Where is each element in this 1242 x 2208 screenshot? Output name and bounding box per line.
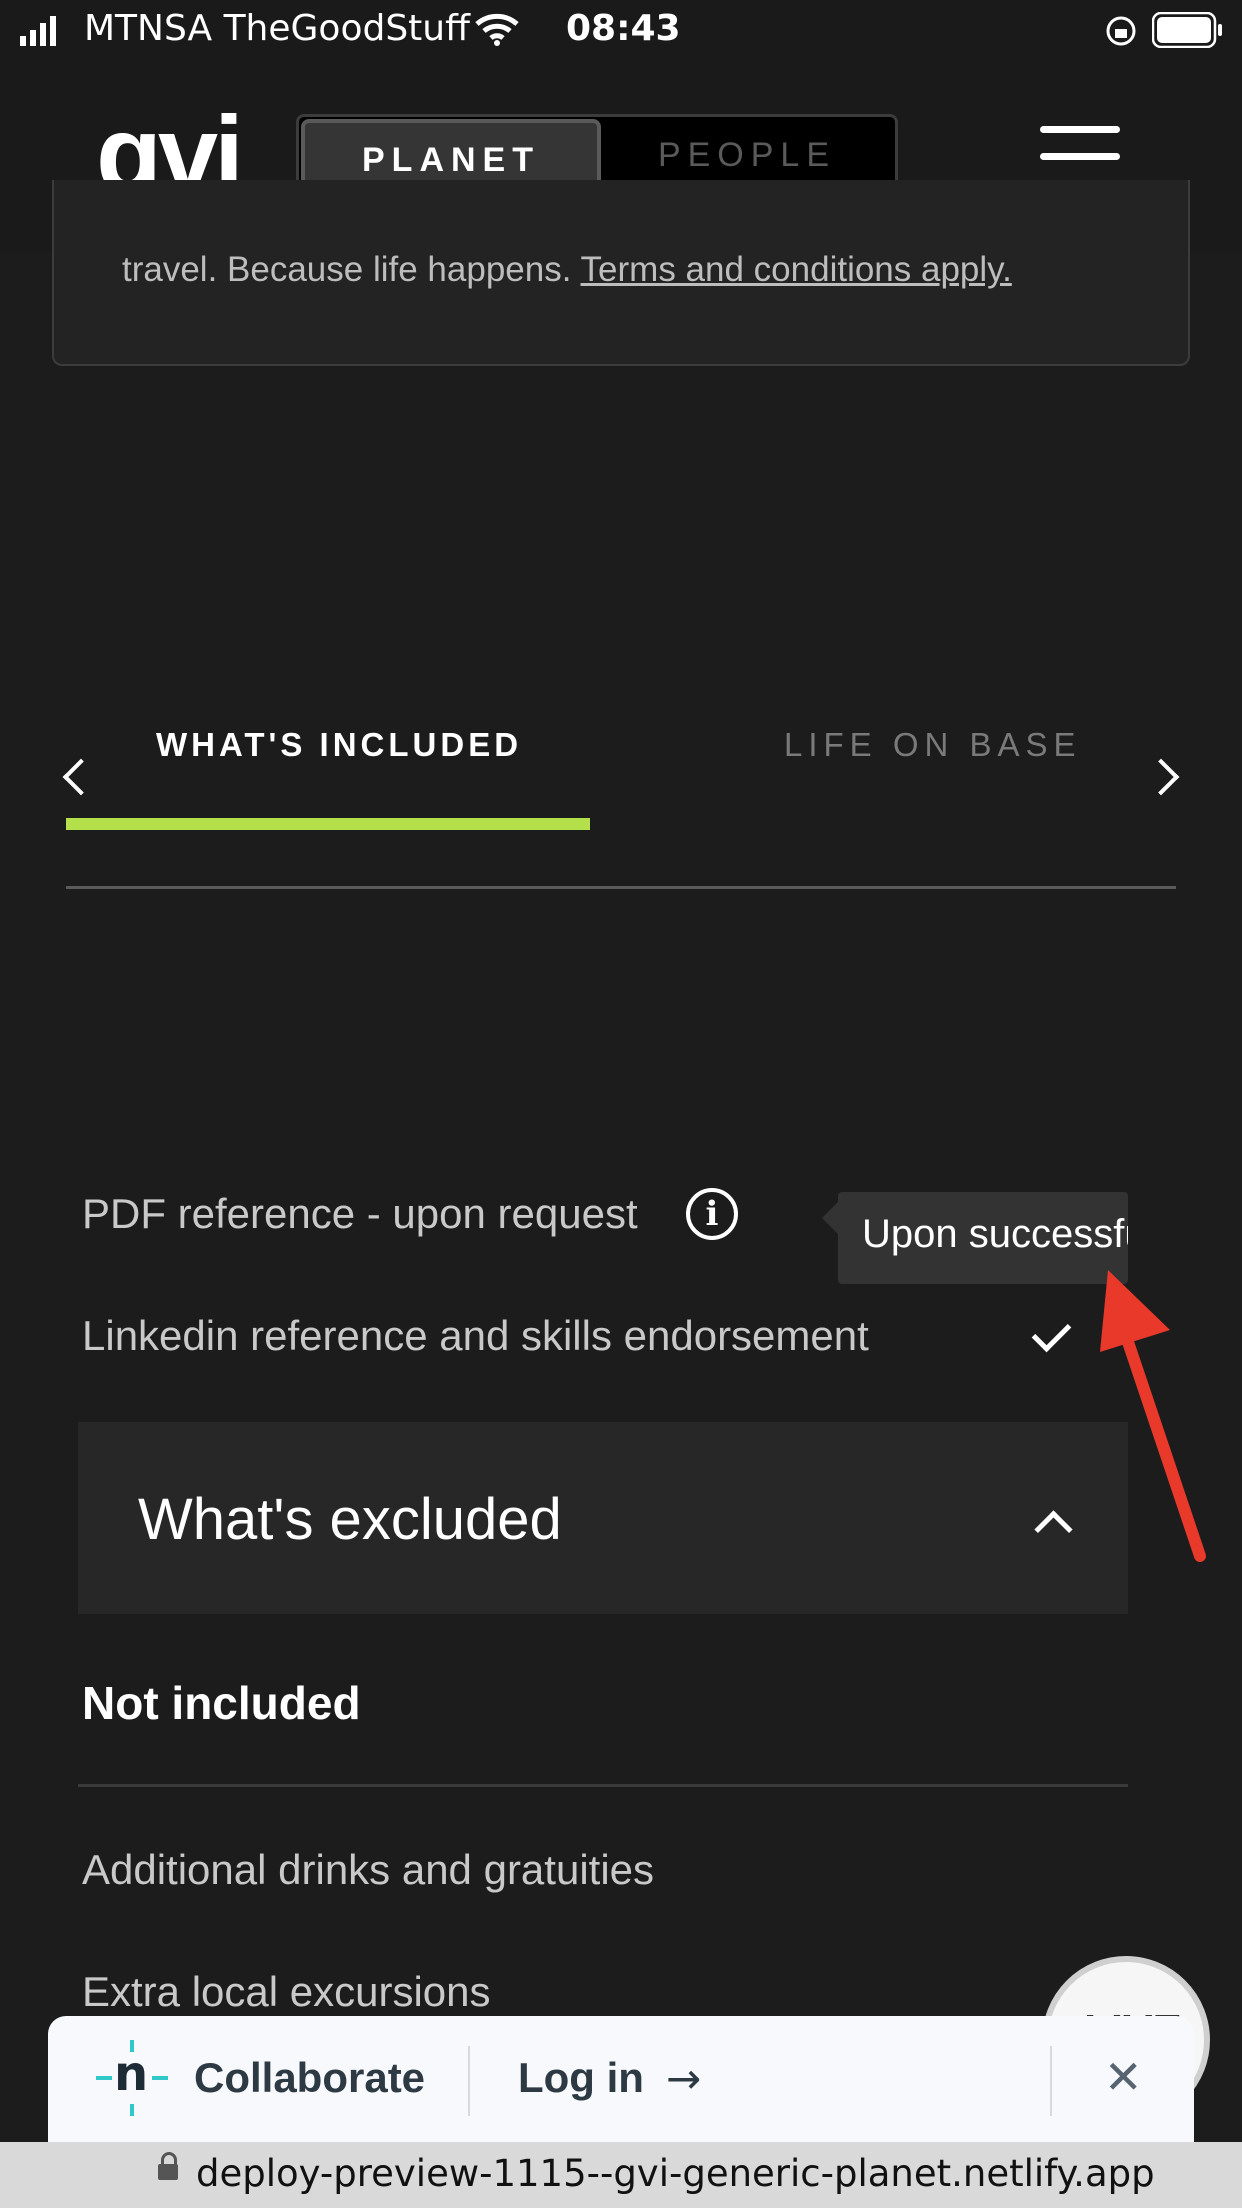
tab-next-icon[interactable] [1142,758,1180,796]
carrier-name: MTNSA TheGoodStuff [84,8,470,49]
info-icon[interactable]: i [686,1188,738,1240]
check-icon [1031,1312,1072,1353]
excluded-accordion-header[interactable]: What's excluded [78,1422,1128,1614]
wifi-icon [475,13,519,46]
tabs-divider [66,886,1176,889]
battery-icon [1152,12,1222,48]
menu-icon[interactable] [1040,126,1120,188]
netlify-logo-icon: n [94,2040,170,2116]
terms-link[interactable]: Terms and conditions apply. [581,250,1012,289]
list-item: PDF reference - upon request [82,1190,638,1237]
list-item: Extra local excursions [82,1968,491,2015]
tab-life-on-base[interactable]: LIFE ON BASE [784,726,1082,764]
list-item: Linkedin reference and skills endorsemen… [82,1312,869,1359]
arrow-right-icon[interactable]: → [666,2054,701,2103]
tooltip-text: Upon successful [862,1212,1128,1256]
tab-whats-included[interactable]: WHAT'S INCLUDED [156,726,522,764]
clock: 08:43 [566,8,681,49]
url-text: deploy-preview-1115--gvi-generic-planet.… [196,2152,1155,2195]
close-icon[interactable]: ✕ [1104,2050,1143,2104]
tooltip: Upon successful [838,1192,1128,1284]
rotation-lock-icon [1106,16,1136,46]
tooltip-caret [822,1202,838,1234]
tab-prev-icon[interactable] [62,758,100,796]
list-item: Additional drinks and gratuities [82,1846,655,1893]
browser-url-bar[interactable]: deploy-preview-1115--gvi-generic-planet.… [0,2142,1242,2208]
divider [468,2046,470,2116]
status-bar: MTNSA TheGoodStuff 08:43 [0,0,1242,62]
signal-icon [20,16,56,46]
collaborate-button[interactable]: Collaborate [194,2054,425,2102]
chevron-up-icon[interactable] [1034,1510,1073,1549]
lock-icon [158,2152,178,2180]
toggle-people[interactable]: PEOPLE [617,125,877,185]
accordion-title: What's excluded [138,1487,562,1552]
guarantee-text: travel. Because life happens. Terms and … [122,250,1012,289]
not-included-heading: Not included [82,1677,361,1729]
login-button[interactable]: Log in [518,2054,644,2102]
divider [78,1784,1128,1787]
netlify-drawer: n Collaborate Log in → ✕ [48,2016,1194,2142]
active-tab-indicator [66,818,590,830]
divider [1050,2046,1052,2116]
